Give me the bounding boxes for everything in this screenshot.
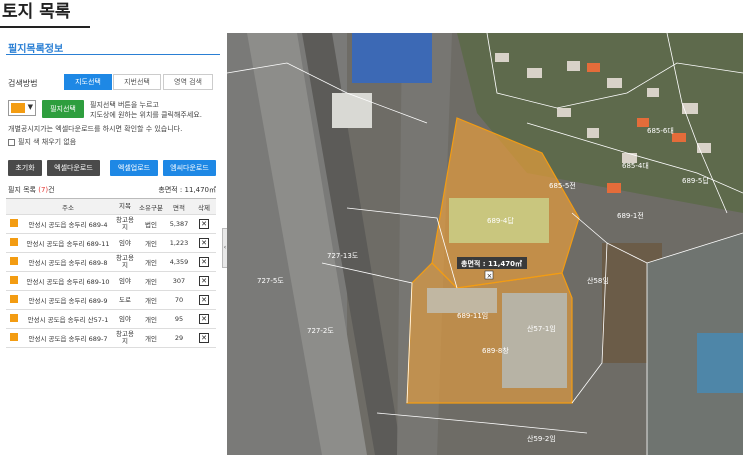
chevron-down-icon: ▼ [27,103,33,111]
table-row: 안성시 공도읍 송두리 산57-1 임야 개인 95 ✕ [6,310,216,329]
map-parcel-label: 산58임 [587,276,609,285]
map-parcel-label: 685-6대 [647,127,674,135]
aerial-map[interactable]: 689-4답 689-11임 689-8창 727-5도 685-5전 689-… [227,33,743,455]
parcel-land-category: 창고용지 [116,254,134,269]
parcel-land-category: 창고용지 [116,216,134,231]
table-row: 안성시 공도읍 송두리 689-9 도로 개인 70 ✕ [6,291,216,310]
select-hint: 필지선택 버튼을 누르고 지도상에 원하는 위치를 클릭해주세요. [90,101,202,119]
delete-row-icon[interactable]: ✕ [199,238,209,248]
parcel-select-button[interactable]: 필지선택 [42,100,84,118]
parcel-address: 안성시 공도읍 송두리 689-11 [26,240,110,248]
map-parcel-label: 689-1전 [617,211,644,220]
parcel-land-category: 임야 [119,276,131,285]
parcel-area: 4,359 [169,258,189,266]
map-parcel-label: 689-5답 [682,176,709,185]
fill-color-checkbox[interactable]: 필지 색 채우기 없음 [8,137,76,147]
kml-download-button[interactable]: 엠씨다운로드 [163,160,216,176]
parcel-area: 29 [174,334,184,342]
parcel-address: 안성시 공도읍 송두리 689-9 [28,297,108,305]
parcel-panel: 필지목록정보 검색방법 지도선택 지번선택 영역 검색 ▼ 필지선택 필지선택 … [0,32,222,455]
parcel-address: 안성시 공도읍 송두리 산57-1 [27,316,109,324]
parcel-color-swatch [10,238,18,246]
parcel-area: 95 [174,315,184,323]
map-parcel-label: 689-8창 [482,347,509,355]
excel-upload-button[interactable]: 엑셀업로드 [110,160,158,176]
delete-row-icon[interactable]: ✕ [199,257,209,267]
parcel-color-swatch [10,314,18,322]
page-title: 토지 목록 [0,0,90,28]
map-parcel-label: 685-4대 [622,162,649,170]
tab-map-select[interactable]: 지도선택 [64,74,112,90]
table-row: 안성시 공도읍 송두리 689-11 임야 개인 1,223 ✕ [6,234,216,253]
map-parcel-label: 산57-1임 [527,324,556,333]
map-parcel-label: 689-11임 [457,312,488,320]
map-parcel-label: 685-5전 [549,181,576,190]
parcel-color-swatch [10,257,18,265]
parcel-land-category: 도로 [119,295,131,304]
parcel-address: 안성시 공도읍 송두리 689-4 [28,221,108,229]
warehouse-roof [502,293,567,388]
table-header: 주소 지목 소유구분 면적 삭제 [6,199,216,215]
map-parcel-label: 689-4답 [487,216,514,225]
table-row: 안성시 공도읍 송두리 689-10 임야 개인 307 ✕ [6,272,216,291]
parcel-owner-type: 개인 [145,240,157,248]
parcel-land-category: 창고용지 [116,330,134,345]
delete-row-icon[interactable]: ✕ [199,295,209,305]
parcel-address: 안성시 공도읍 송두리 689-8 [28,259,108,267]
parcel-area: 70 [174,296,184,304]
panel-title-divider [6,54,220,55]
delete-row-icon[interactable]: ✕ [199,314,209,324]
checkbox[interactable] [8,138,15,146]
map-parcel-label: 727-2도 [307,327,334,335]
parcel-area: 307 [172,277,186,285]
table-row: 안성시 공도읍 송두리 689-4 창고용지 법인 5,387 ✕ [6,215,216,234]
color-picker[interactable]: ▼ [8,100,36,116]
parcel-area: 1,223 [169,239,189,247]
building [697,333,743,393]
parcel-owner-type: 개인 [145,297,157,305]
map-parcel-label: 727-13도 [327,252,359,260]
parcel-owner-type: 개인 [145,316,157,324]
blue-roof-building [352,33,432,83]
parcel-table: 주소 지목 소유구분 면적 삭제 안성시 공도읍 송두리 689-4 창고용지 법인… [6,198,216,348]
select-method-label: 검색방법 [8,79,38,88]
delete-row-icon[interactable]: ✕ [199,333,209,343]
parcel-color-swatch [10,333,18,341]
parcel-owner-type: 법인 [145,221,157,229]
svg-text:×: × [487,272,493,280]
parcel-area: 5,387 [169,220,189,228]
warehouse-roof [427,288,497,313]
parcel-address: 안성시 공도읍 송두리 689-7 [28,335,108,343]
total-area-label: 총면적 : 11,470㎡ [158,186,216,194]
parcel-address: 안성시 공도읍 송두리 689-10 [26,278,110,286]
parcel-owner-type: 개인 [145,259,157,267]
delete-row-icon[interactable]: ✕ [199,276,209,286]
tab-lot-select[interactable]: 지번선택 [113,74,161,90]
table-row: 안성시 공도읍 송두리 689-7 창고용지 개인 29 ✕ [6,329,216,348]
parcel-color-swatch [10,219,18,227]
excel-download-button[interactable]: 엑셀다운로드 [47,160,100,176]
map-parcel-label: 727-5도 [257,277,284,285]
tab-area-search[interactable]: 영역 검색 [163,74,213,90]
parcel-color-swatch [10,276,18,284]
excel-price-note: 개별공시지가는 엑셀다운로드를 하시면 확인할 수 있습니다. [8,125,183,133]
delete-row-icon[interactable]: ✕ [199,219,209,229]
parcel-color-swatch [10,295,18,303]
color-swatch [11,103,25,113]
reset-button[interactable]: 초기화 [8,160,42,176]
parcel-owner-type: 개인 [145,335,157,343]
map-total-area: 총면적 : 11,470㎡ [461,259,522,268]
map-canvas[interactable]: 689-4답 689-11임 689-8창 727-5도 685-5전 689-… [227,33,743,455]
panel-title: 필지목록정보 [8,44,64,55]
table-row: 안성시 공도읍 송두리 689-8 창고용지 개인 4,359 ✕ [6,253,216,272]
parcel-list-label: 필지 목록 (7)건 [8,186,55,194]
parcel-owner-type: 개인 [145,278,157,286]
parcel-land-category: 임야 [119,314,131,323]
parcel-land-category: 임야 [119,238,131,247]
building [332,93,372,128]
map-parcel-label: 산59-2임 [527,434,556,443]
